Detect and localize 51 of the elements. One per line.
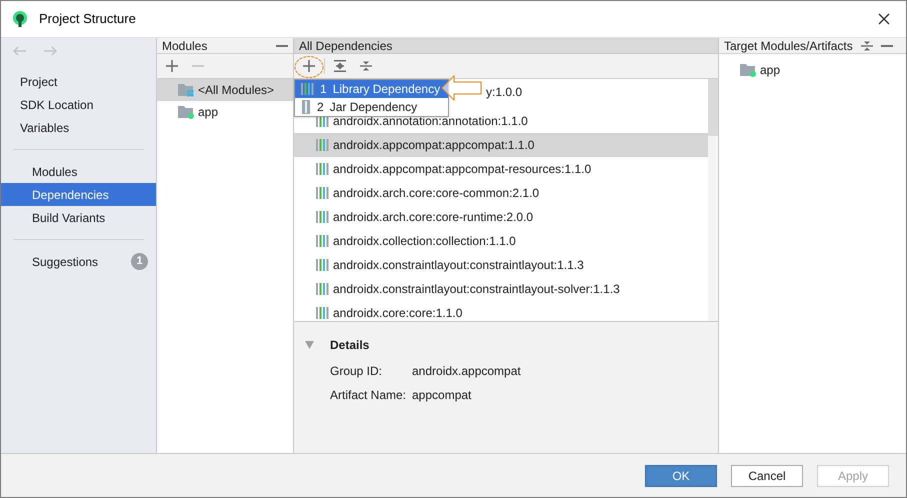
add-icon[interactable] <box>166 60 178 72</box>
window-title: Project Structure <box>39 10 136 28</box>
count-badge: 1 <box>131 253 148 270</box>
dialog-button[interactable]: Cancel <box>731 464 803 486</box>
field-value: androidx.appcompat <box>412 363 521 380</box>
library-icon <box>316 307 329 319</box>
add-icon[interactable] <box>303 60 315 72</box>
sidebar-item[interactable]: Build Variants <box>1 206 156 229</box>
scrollbar-thumb[interactable] <box>708 79 718 136</box>
dependency-row[interactable]: androidx.core:core:1.1.0 <box>294 301 708 321</box>
sidebar-item[interactable]: Dependencies <box>1 183 156 206</box>
library-icon <box>316 163 329 175</box>
module-item[interactable]: <All Modules> <box>157 79 293 101</box>
field-label: Group ID: <box>330 363 384 380</box>
jar-icon <box>301 100 311 114</box>
module-group-icon <box>178 83 194 97</box>
module-folder-icon <box>740 63 756 77</box>
library-icon <box>316 187 329 199</box>
section-title: Details <box>330 337 370 354</box>
pointer-arrow <box>441 75 483 101</box>
dependency-row[interactable]: androidx.constraintlayout:constraintlayout:1.1.3 <box>294 253 708 277</box>
target-module-item[interactable]: app <box>719 61 906 79</box>
dependency-row[interactable]: androidx.collection:collection:1.1.0 <box>294 229 708 253</box>
panel-title: Target Modules/Artifacts <box>724 38 853 54</box>
close-icon[interactable] <box>878 13 890 25</box>
expand-all-icon[interactable] <box>334 60 346 72</box>
library-icon <box>316 211 329 223</box>
menu-item[interactable]: 1 Library Dependency <box>295 80 448 98</box>
module-folder-icon <box>178 105 194 119</box>
library-icon <box>316 235 329 247</box>
expand-toggle-icon[interactable] <box>305 341 314 349</box>
panel-title: Modules <box>162 38 208 54</box>
highlight-circle <box>294 55 324 79</box>
dependency-row[interactable]: androidx.constraintlayout:constraintlayout-solver:1.1.3 <box>294 277 708 301</box>
library-icon <box>316 283 329 295</box>
library-icon <box>301 83 314 95</box>
library-icon <box>316 139 329 151</box>
dependency-row[interactable]: androidx.appcompat:appcompat-resources:1.1.0 <box>294 157 708 181</box>
dependency-row[interactable]: androidx.appcompat:appcompat:1.1.0 <box>294 133 708 157</box>
field-value: appcompat <box>412 387 472 404</box>
dependency-row[interactable]: androidx.arch.core:core-common:2.1.0 <box>294 181 708 205</box>
panel-title: All Dependencies <box>299 38 392 54</box>
collapse-all-icon[interactable] <box>860 40 873 52</box>
sidebar-item[interactable]: Modules <box>1 160 156 183</box>
dependency-row[interactable]: androidx.arch.core:core-runtime:2.0.0 <box>294 205 708 229</box>
field-label: Artifact Name: <box>330 387 408 404</box>
library-icon <box>316 259 329 271</box>
sidebar-item[interactable]: Suggestions 1 <box>1 250 156 273</box>
menu-item[interactable]: 2 Jar Dependency <box>295 98 448 116</box>
ok-button[interactable]: OK <box>645 464 717 486</box>
collapse-all-icon[interactable] <box>360 60 372 72</box>
